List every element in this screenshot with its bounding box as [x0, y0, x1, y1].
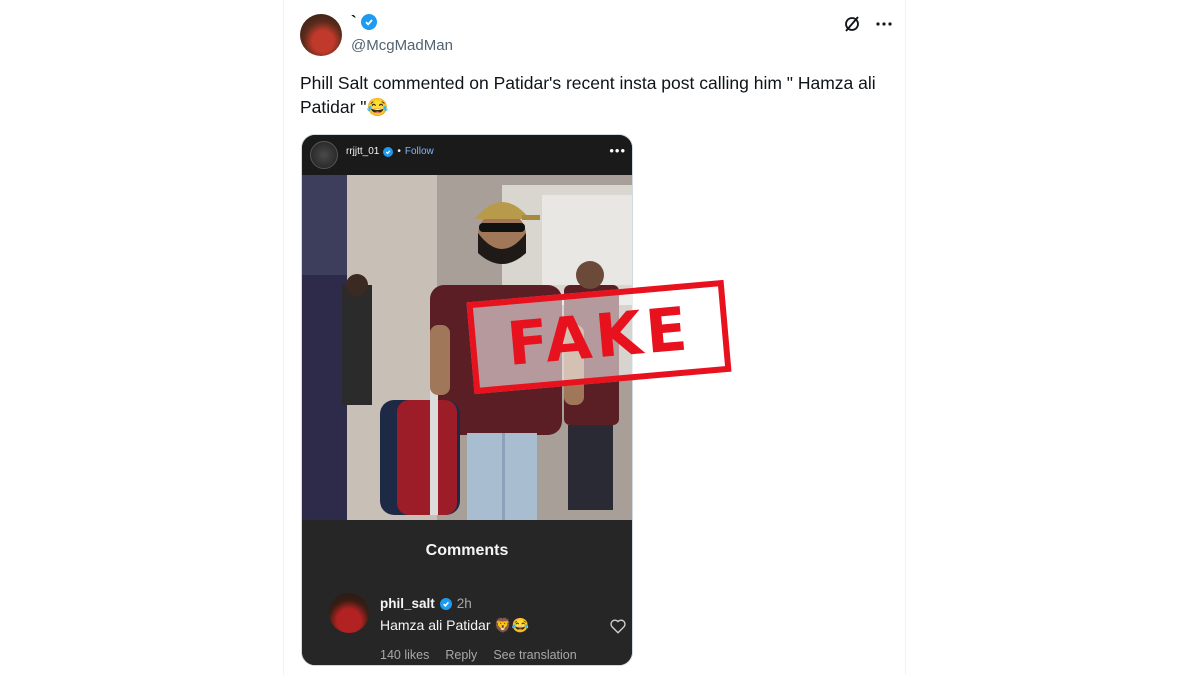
verified-badge-icon — [360, 14, 377, 30]
commenter-username: phil_salt — [380, 596, 435, 611]
comment-reply: Reply — [445, 648, 478, 662]
grok-icon[interactable] — [842, 14, 862, 34]
instagram-user-row: rrjjtt_01 • Follow — [346, 146, 434, 157]
comment-time: 2h — [456, 596, 472, 611]
instagram-username: rrjjtt_01 — [346, 146, 380, 157]
instagram-separator: • — [397, 146, 401, 157]
instagram-more-icon: ••• — [609, 143, 626, 158]
instagram-post-header: rrjjtt_01 • Follow ••• — [302, 135, 632, 175]
comments-panel: Comments phil_salt 2h Hamza ali Patidar … — [302, 520, 632, 665]
instagram-follow-label: Follow — [404, 146, 434, 157]
instagram-verified-icon — [383, 146, 394, 157]
more-icon[interactable] — [874, 14, 894, 34]
comment-likes: 140 likes — [380, 648, 430, 662]
author-display-name[interactable]: ` — [351, 12, 357, 32]
fake-stamp-text: FAKE — [504, 294, 694, 380]
commenter-avatar — [329, 593, 369, 633]
tweet-media-image[interactable]: rrjjtt_01 • Follow ••• Comments phil_sal… — [301, 134, 633, 666]
tweet-text: Phill Salt commented on Patidar's recent… — [300, 73, 876, 117]
comments-title: Comments — [425, 542, 509, 559]
heart-icon — [609, 617, 627, 635]
commenter-verified-icon — [439, 597, 452, 610]
author-handle[interactable]: @McgMadMan — [351, 37, 453, 54]
instagram-avatar — [310, 141, 338, 169]
comment-meta: 140 likes Reply See translation — [380, 648, 577, 662]
comment-text: Hamza ali Patidar 🦁😂 — [380, 617, 530, 633]
author-name-row[interactable]: ` — [351, 12, 377, 32]
comment-see-translation: See translation — [493, 648, 577, 662]
author-avatar[interactable] — [300, 14, 342, 56]
tweet-actions-top — [842, 14, 894, 34]
commenter-row: phil_salt 2h — [380, 596, 472, 611]
